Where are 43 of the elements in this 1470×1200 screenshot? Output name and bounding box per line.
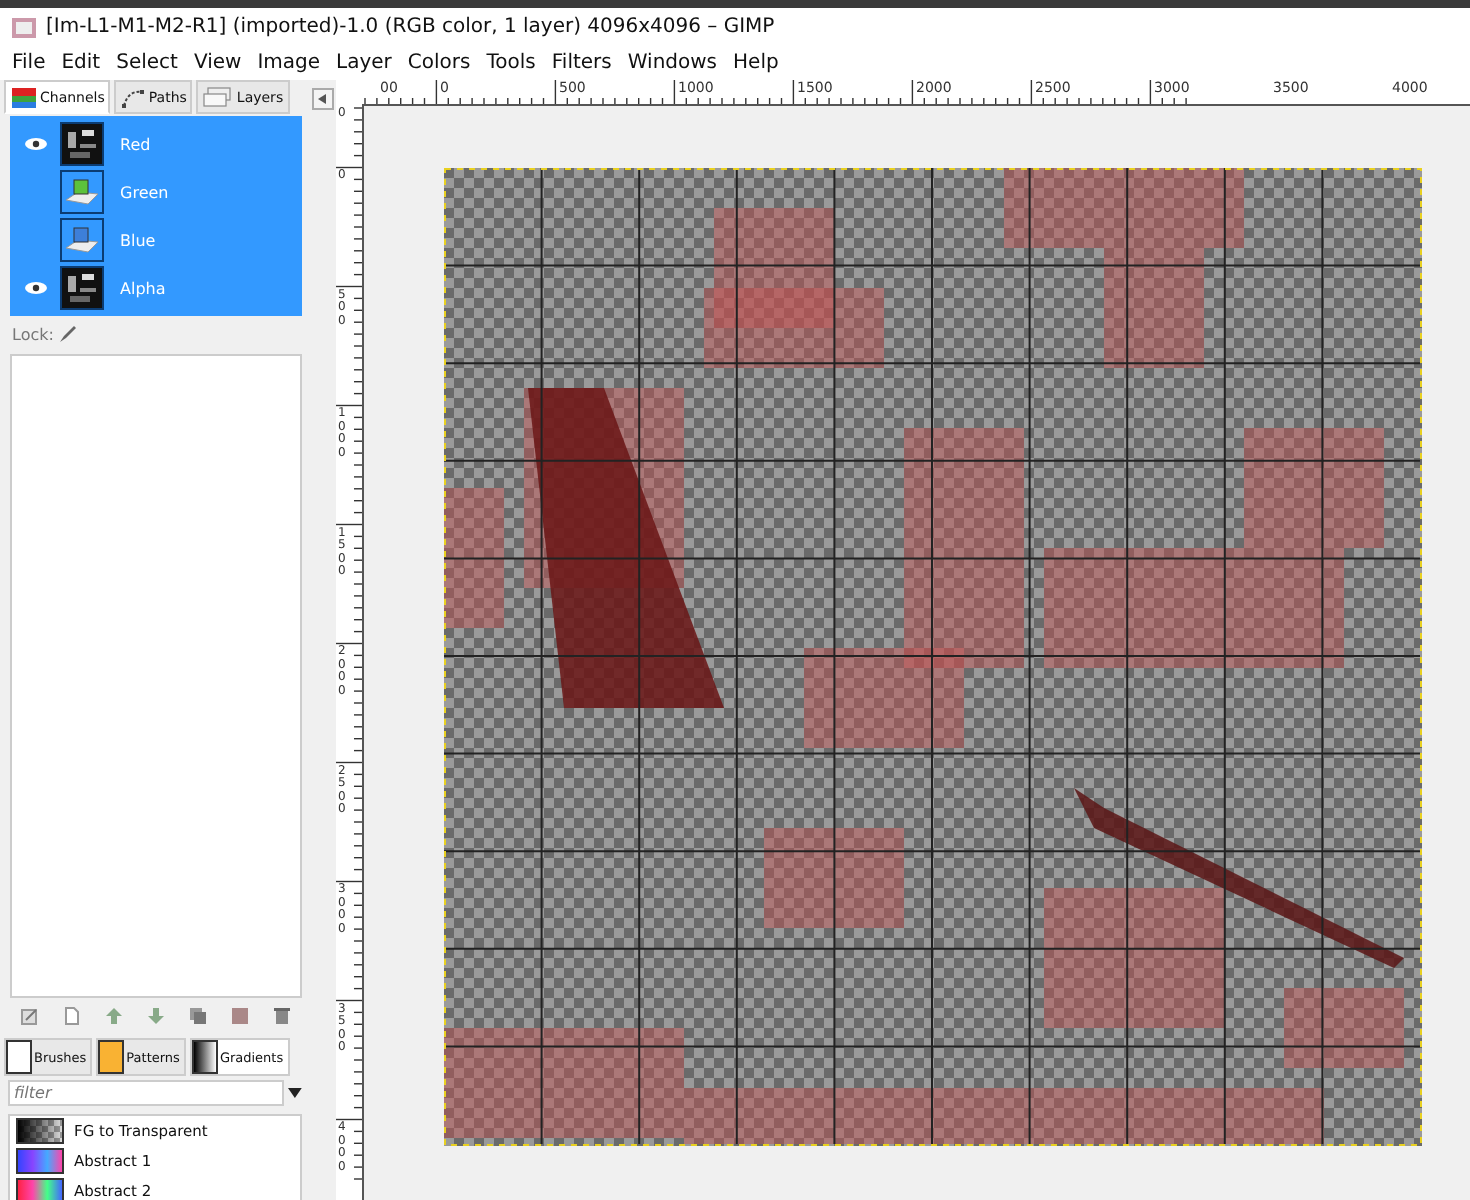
channel-name: Blue [120, 231, 156, 249]
menu-item[interactable]: Colors [399, 52, 479, 74]
brush-icon[interactable] [57, 324, 78, 344]
menu-item[interactable]: Filters [543, 52, 620, 74]
filter-field[interactable]: filter [8, 1080, 285, 1106]
channel-icon [60, 170, 104, 214]
menu-item[interactable]: Windows [619, 52, 726, 74]
menu-item[interactable]: Layer [328, 52, 400, 74]
window-title: [Im-L1-M1-M2-R1] (imported)-1.0 (RGB color, 1 layer) 4096x4096 – GIMP [46, 16, 775, 38]
menu-item[interactable]: View [185, 52, 250, 74]
menu-item[interactable]: Edit [53, 52, 109, 74]
lock-label: Lock: [12, 325, 54, 343]
channel-thumbnail [60, 122, 104, 166]
menu-item[interactable]: Image [249, 52, 329, 74]
dropdown-icon[interactable] [288, 1088, 302, 1098]
paths-icon [120, 85, 147, 109]
new-page-icon[interactable] [61, 1006, 81, 1026]
pattern-swatch [98, 1040, 125, 1074]
eye-icon[interactable] [24, 136, 48, 152]
gradient-preview [16, 1178, 64, 1200]
channel-icon [60, 218, 104, 262]
square-icon[interactable] [229, 1006, 249, 1026]
gradient-preview [16, 1118, 64, 1144]
menu-item[interactable]: Help [725, 52, 787, 74]
brush-swatch [6, 1040, 32, 1074]
duplicate-icon[interactable] [187, 1006, 207, 1026]
menu-item[interactable]: Select [108, 52, 186, 74]
gradient-preview [16, 1148, 64, 1174]
eye-icon[interactable] [24, 280, 48, 296]
trash-icon[interactable] [271, 1006, 291, 1026]
layers-icon [202, 85, 235, 109]
channel-name: Red [120, 135, 151, 153]
channel-thumbnail [60, 266, 104, 310]
dock-menu-button[interactable] [312, 88, 334, 110]
channels-icon [10, 85, 38, 109]
menu-item[interactable]: Tools [478, 52, 544, 74]
channel-name: Green [120, 183, 169, 201]
menu-item[interactable]: File [4, 52, 54, 74]
channel-name: Alpha [120, 279, 166, 297]
gradient-swatch [191, 1040, 218, 1074]
edit-icon[interactable] [19, 1006, 39, 1026]
triangle-icon [318, 94, 328, 104]
app-icon [12, 17, 36, 37]
